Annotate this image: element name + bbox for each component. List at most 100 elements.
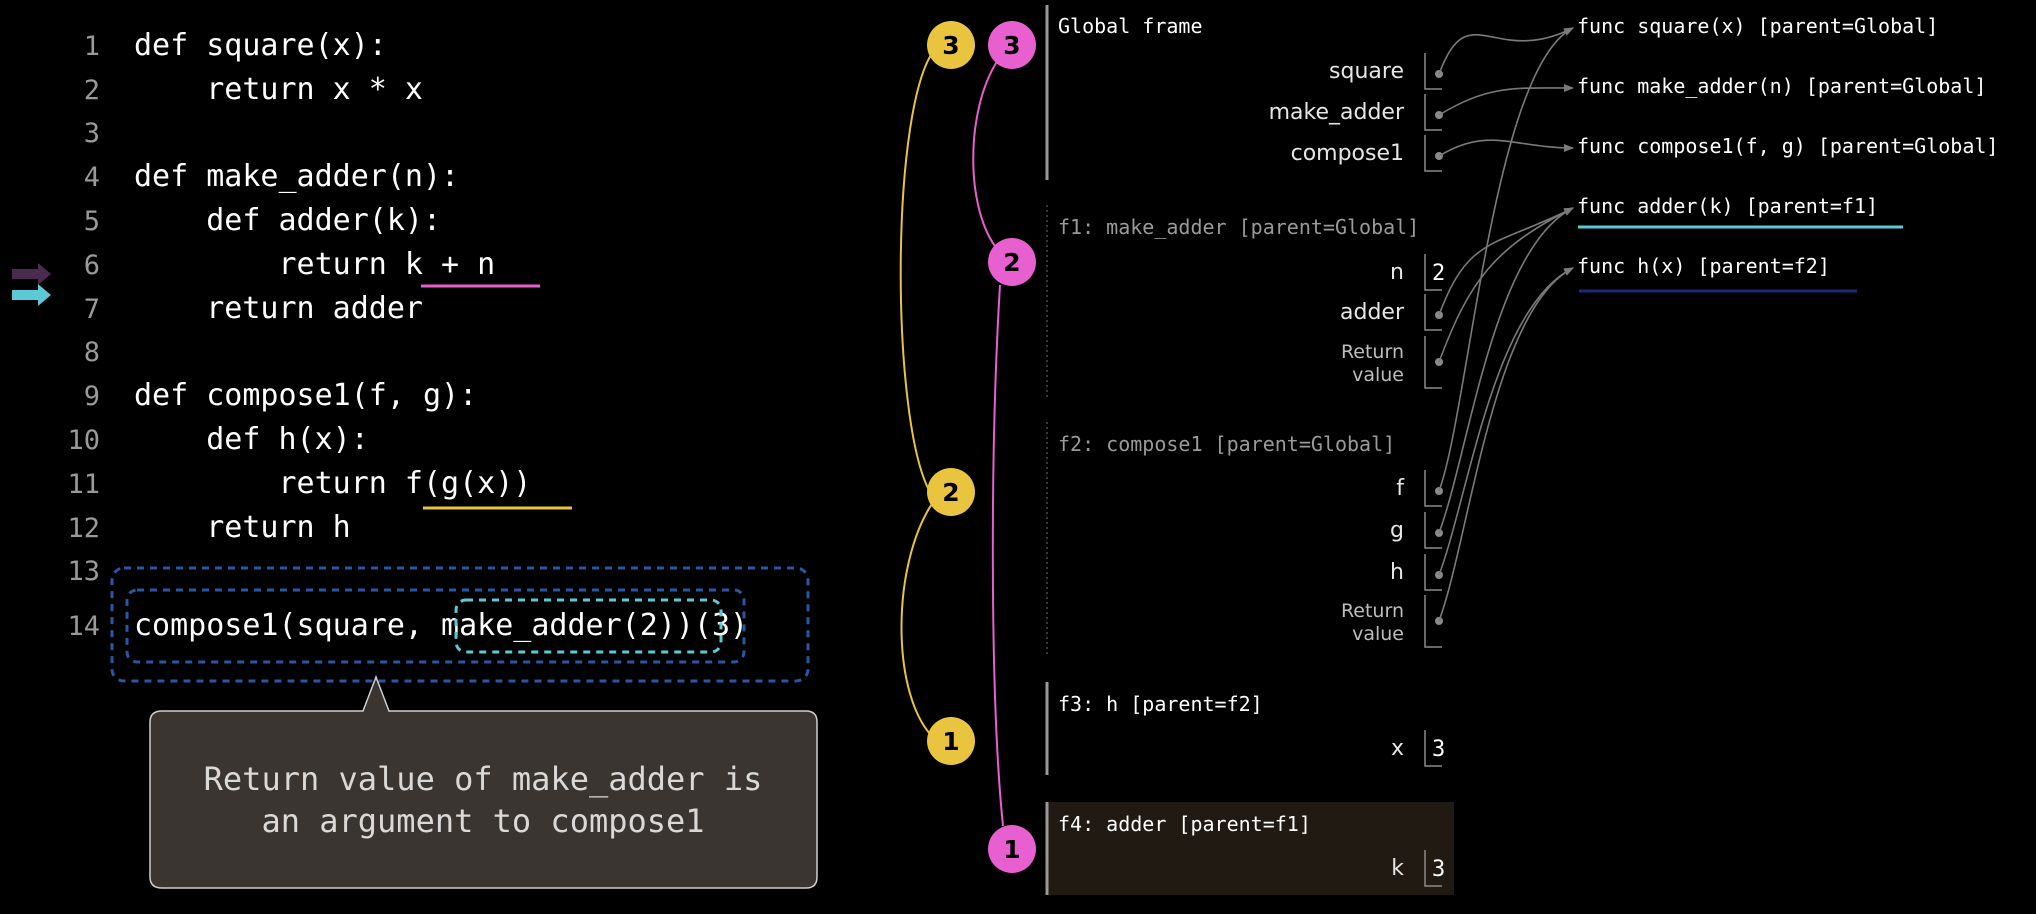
- code-text: def compose1(f, g):: [134, 378, 477, 413]
- code-text: return adder: [134, 291, 423, 326]
- code-line: 12 return h: [67, 510, 350, 545]
- frame-title: f4: adder [parent=f1]: [1058, 812, 1311, 836]
- line-number: 4: [84, 162, 100, 193]
- frames-panel: Global frame square make_adder compose1 f1: …: [1045, 5, 1454, 895]
- call-markers: 3 2 1 3 2 1: [899, 21, 1036, 873]
- frame: f1: make_adder [parent=Global] n 2 adder Ret…: [1046, 205, 1445, 400]
- line-number: 10: [67, 425, 100, 456]
- marker-number: 3: [942, 31, 959, 60]
- line-number: 14: [67, 611, 100, 642]
- variable-value: 2: [1432, 261, 1445, 286]
- function-object: func square(x) [parent=Global]: [1577, 14, 1938, 38]
- code-line: 13: [67, 556, 100, 587]
- frame-title: Global frame: [1058, 14, 1203, 38]
- line-number: 3: [84, 118, 100, 149]
- pointer-arrow: [1438, 207, 1574, 363]
- line-number: 5: [84, 206, 100, 237]
- code-line: 14 compose1(square, make_adder(2))(3): [67, 608, 748, 643]
- variable-name: adder: [1340, 300, 1405, 325]
- code-text: return h: [134, 510, 351, 545]
- frame-variable: adder: [1340, 294, 1443, 331]
- code-text: def adder(k):: [134, 203, 441, 238]
- variable-name: square: [1329, 59, 1404, 84]
- yellow-connector: [900, 497, 937, 741]
- code-line: 9 def compose1(f, g):: [84, 378, 477, 413]
- pink-connector: [972, 59, 999, 251]
- frame: f3: h [parent=f2]x 3: [1045, 682, 1445, 775]
- code-text: def h(x):: [134, 422, 369, 457]
- frame-title: f3: h [parent=f2]: [1058, 692, 1263, 716]
- marker-number: 2: [1003, 248, 1020, 277]
- pink-connector: [991, 284, 1004, 827]
- line-number: 12: [67, 513, 100, 544]
- function-objects: func square(x) [parent=Global] func make_…: [1577, 14, 1998, 278]
- frame-variable: g: [1390, 512, 1443, 549]
- frame: f4: adder [parent=f1] k 3: [1045, 802, 1454, 895]
- marker-number: 1: [942, 727, 959, 756]
- frame-variable: square: [1329, 53, 1443, 90]
- code-line: 1 def square(x):: [84, 28, 387, 63]
- code-text: return k + n: [134, 247, 495, 282]
- call-order-marker: 3: [927, 21, 975, 69]
- code-text: def make_adder(n):: [134, 159, 459, 194]
- frame: f2: compose1 [parent=Global]fgh Return val…: [1046, 422, 1443, 655]
- marker-number: 2: [942, 478, 959, 507]
- variable-name: Return value: [1341, 600, 1404, 645]
- code-line: 4 def make_adder(n):: [84, 159, 459, 194]
- pointer-arrows: [1438, 27, 1574, 622]
- function-object: func adder(k) [parent=f1]: [1577, 194, 1878, 218]
- variable-name: k: [1391, 856, 1404, 881]
- code-line: 7 return adder: [84, 291, 423, 326]
- marker-number: 1: [1003, 835, 1020, 864]
- code-line: 3: [84, 118, 100, 149]
- frame-variable: make_adder: [1269, 94, 1443, 131]
- frame-variable: f: [1396, 470, 1443, 507]
- code-line: 10 def h(x):: [67, 422, 368, 457]
- variable-value: 3: [1432, 737, 1445, 762]
- line-number: 6: [84, 250, 100, 281]
- frame-variable: Return value: [1341, 336, 1443, 389]
- line-number: 9: [84, 381, 100, 412]
- code-line: 5 def adder(k):: [84, 203, 441, 238]
- pointer-arrow: [1438, 83, 1574, 116]
- variable-name: make_adder: [1269, 100, 1405, 125]
- pointer-arrow: [1438, 139, 1574, 157]
- code-text: return x * x: [134, 72, 423, 107]
- line-number: 1: [84, 31, 100, 62]
- callout-text-line2: an argument to compose1: [261, 802, 704, 840]
- pointer-arrow: [1438, 27, 1574, 492]
- frame-variable: x3: [1391, 730, 1445, 767]
- variable-name: g: [1390, 518, 1404, 543]
- function-object: func make_adder(n) [parent=Global]: [1577, 74, 1986, 98]
- code-panel: 1 def square(x): 2 return x * x 3 4 def make_…: [12, 28, 810, 683]
- variable-name: n: [1390, 260, 1404, 285]
- frame-variable: Return value: [1341, 595, 1443, 648]
- code-line: 11 return f(g(x)): [67, 466, 531, 501]
- callout: Return value of make_adder is an argument…: [149, 674, 818, 889]
- line-number: 11: [67, 469, 100, 500]
- call-order-marker: 1: [927, 717, 975, 765]
- variable-value: 3: [1432, 857, 1445, 882]
- function-object: func h(x) [parent=f2]: [1577, 254, 1830, 278]
- code-text: return f(g(x)): [134, 466, 531, 501]
- line-number: 7: [84, 294, 100, 325]
- code-line: 2 return x * x: [84, 72, 423, 107]
- code-line: 8: [84, 337, 100, 368]
- yellow-connector: [899, 47, 937, 493]
- diagram-canvas: 1 def square(x): 2 return x * x 3 4 def make_…: [12, 5, 1998, 895]
- callout-text-line1: Return value of make_adder is: [204, 760, 763, 798]
- frame-variable: compose1: [1291, 135, 1443, 172]
- call-order-marker: 2: [927, 468, 975, 516]
- variable-name: x: [1391, 736, 1404, 761]
- frame-title: f1: make_adder [parent=Global]: [1058, 215, 1419, 239]
- previous-line-arrow-icon: [12, 263, 51, 285]
- environment-diagram: 1 def square(x): 2 return x * x 3 4 def make_…: [0, 0, 2036, 914]
- call-order-marker: 3: [988, 21, 1036, 69]
- frame-title: f2: compose1 [parent=Global]: [1058, 432, 1395, 456]
- marker-number: 3: [1003, 31, 1020, 60]
- pointer-arrow: [1438, 267, 1574, 622]
- line-number: 13: [67, 556, 100, 587]
- pointer-arrow: [1438, 27, 1574, 75]
- code-text: def square(x):: [134, 28, 387, 63]
- function-object: func compose1(f, g) [parent=Global]: [1577, 134, 1998, 158]
